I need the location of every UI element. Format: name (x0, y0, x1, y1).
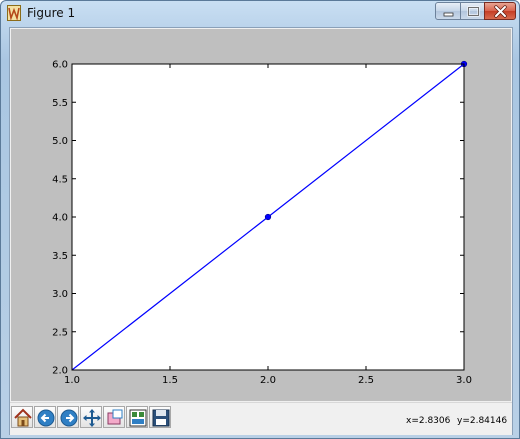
back-arrow-icon (37, 409, 55, 427)
close-button[interactable] (484, 2, 516, 20)
back-button[interactable] (34, 406, 56, 428)
x-tick-label: 1.5 (162, 375, 178, 386)
y-tick-label: 4.5 (52, 174, 68, 185)
figure-client-area: 1.0 1.5 2.0 2.5 3.0 2.0 2.5 3.0 3.5 4.0 4.5 5.0 5.5 6… (9, 27, 513, 435)
figure-canvas[interactable]: 1.0 1.5 2.0 2.5 3.0 2.0 2.5 3.0 3.5 4.0 4.5 5.0 5.5 6… (11, 29, 511, 401)
window-title: Figure 1 (27, 6, 76, 20)
y-tick-label: 5.0 (52, 136, 68, 147)
x-tick-label: 2.0 (260, 375, 276, 386)
zoom-button[interactable] (103, 406, 125, 428)
pan-icon (83, 409, 101, 427)
save-button[interactable] (149, 406, 171, 428)
minimize-icon (443, 12, 454, 17)
x-coordinate-readout: x=2.8306 (406, 416, 451, 426)
forward-arrow-icon (60, 409, 78, 427)
y-coordinate-readout: y=2.84146 (457, 416, 508, 426)
data-point (264, 213, 272, 221)
x-tick-label: 1.0 (64, 375, 80, 386)
navigation-toolbar: x=2.8306 y=2.84146 (10, 402, 512, 435)
y-tick-label: 3.5 (52, 251, 68, 262)
y-tick-label: 3.0 (52, 289, 68, 300)
y-tick-label: 4.0 (52, 213, 68, 224)
maximize-icon (467, 6, 480, 17)
subplots-button[interactable] (126, 406, 148, 428)
home-icon (14, 408, 32, 427)
home-button[interactable] (11, 406, 33, 428)
y-tick-label: 2.0 (52, 366, 68, 377)
x-tick-label: 2.5 (358, 375, 374, 386)
subplots-icon (129, 409, 147, 427)
pan-button[interactable] (80, 406, 102, 428)
maximize-button[interactable] (460, 2, 485, 20)
app-icon (7, 5, 21, 21)
close-icon (494, 5, 507, 18)
y-tick-label: 6.0 (52, 60, 68, 71)
y-tick-label: 2.5 (52, 327, 68, 338)
zoom-rect-icon (107, 409, 123, 425)
save-icon (152, 409, 170, 427)
y-tick-label: 5.5 (52, 98, 68, 109)
minimize-button[interactable] (435, 2, 461, 20)
line-chart: 1.0 1.5 2.0 2.5 3.0 2.0 2.5 3.0 3.5 4.0 4.5 5.0 5.5 6… (52, 60, 472, 387)
forward-button[interactable] (57, 406, 79, 428)
x-tick-label: 3.0 (456, 375, 472, 386)
title-bar[interactable]: Figure 1 (1, 1, 519, 25)
figure-window: Figure 1 1.0 1.5 2.0 2.5 3.0 2.0 2.5 3.0 3.5 4.0 4… (0, 0, 520, 439)
